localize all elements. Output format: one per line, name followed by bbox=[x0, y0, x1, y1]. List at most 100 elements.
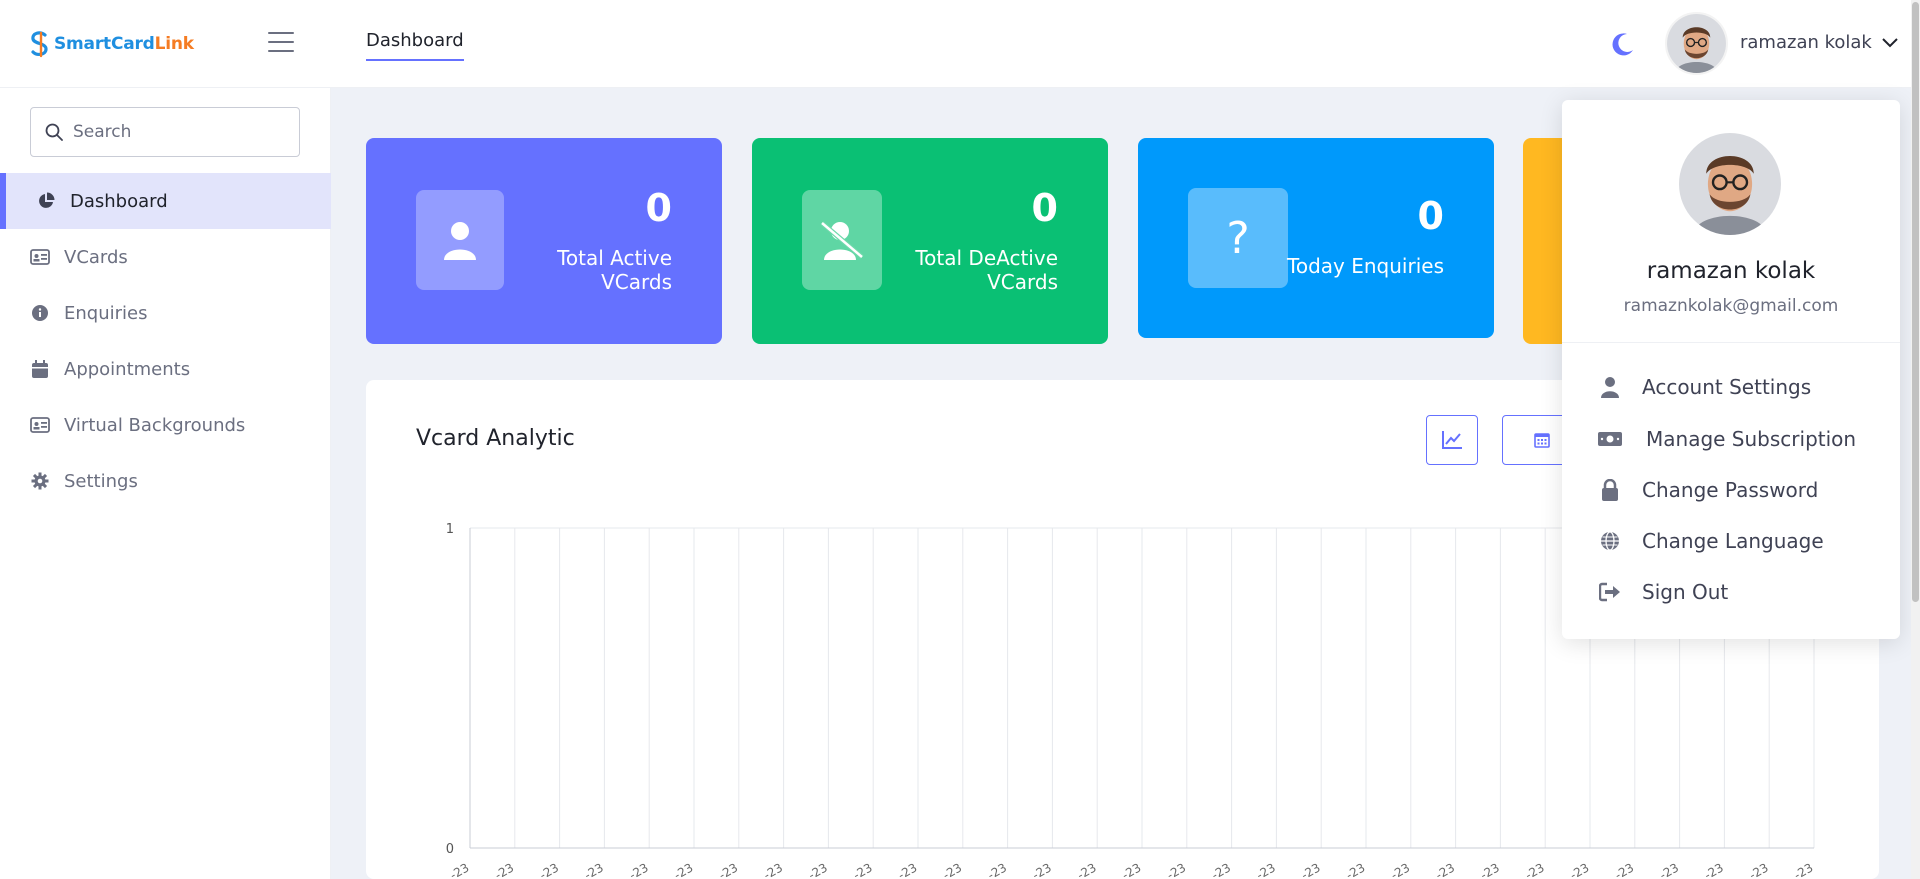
today-enquiries-count: 0 bbox=[1417, 194, 1444, 238]
x-tick-label: -23 bbox=[492, 860, 516, 879]
card-label-line1: Total DeActive bbox=[915, 246, 1058, 270]
header-user-name[interactable]: ramazan kolak bbox=[1740, 32, 1872, 53]
money-bill-icon bbox=[1598, 427, 1622, 451]
account-settings-item[interactable]: Account Settings bbox=[1598, 375, 1811, 399]
search-icon bbox=[45, 123, 63, 141]
question-icon: ? bbox=[1188, 188, 1288, 288]
chevron-down-icon[interactable] bbox=[1882, 38, 1898, 48]
tab-dashboard[interactable]: Dashboard bbox=[366, 30, 464, 61]
sidebar-item-label: Dashboard bbox=[70, 190, 168, 212]
brand-name-part2: Link bbox=[154, 34, 194, 54]
logo-icon bbox=[31, 31, 48, 58]
x-tick-label: -23 bbox=[1075, 860, 1099, 879]
x-tick-label: -23 bbox=[1254, 860, 1278, 879]
page-scrollbar[interactable] bbox=[1911, 0, 1920, 879]
stat-card-deactive-vcards: 0 Total DeActive VCards bbox=[752, 138, 1108, 344]
user-photo-icon bbox=[1667, 14, 1726, 73]
x-tick-label: -23 bbox=[1388, 860, 1412, 879]
x-tick-label: -23 bbox=[851, 860, 875, 879]
lock-icon bbox=[1598, 478, 1622, 502]
search-box[interactable] bbox=[30, 107, 300, 157]
sidebar-menu: Dashboard VCards Enquiries Appointments … bbox=[0, 173, 331, 509]
sidebar-item-label: VCards bbox=[64, 246, 128, 268]
search-input[interactable] bbox=[73, 122, 273, 142]
sign-out-icon bbox=[1598, 580, 1622, 604]
globe-icon bbox=[1598, 529, 1622, 553]
y-tick-label: 1 bbox=[446, 522, 454, 537]
y-tick-label: 0 bbox=[446, 842, 454, 857]
sidebar-item-appointments[interactable]: Appointments bbox=[0, 341, 331, 397]
sidebar-item-settings[interactable]: Settings bbox=[0, 453, 331, 509]
sidebar: Dashboard VCards Enquiries Appointments … bbox=[0, 88, 331, 879]
user-photo-icon bbox=[1679, 133, 1781, 235]
change-password-item[interactable]: Change Password bbox=[1598, 478, 1818, 502]
info-icon bbox=[30, 303, 50, 323]
x-tick-label: -23 bbox=[1164, 860, 1188, 879]
stat-card-today-enquiries: ? 0 Today Enquiries bbox=[1138, 138, 1494, 338]
active-vcards-count: 0 bbox=[645, 186, 672, 230]
card-label-line1: Today Enquiries bbox=[1287, 254, 1444, 278]
x-tick-label: -23 bbox=[896, 860, 920, 879]
scrollbar-thumb[interactable] bbox=[1912, 2, 1919, 602]
avatar[interactable] bbox=[1665, 12, 1728, 75]
user-icon bbox=[416, 190, 504, 290]
x-tick-label: -23 bbox=[1478, 860, 1502, 879]
x-tick-label: -23 bbox=[448, 860, 472, 879]
x-tick-label: -23 bbox=[1209, 860, 1233, 879]
calendar-icon bbox=[30, 359, 50, 379]
x-tick-label: -23 bbox=[716, 860, 740, 879]
dropdown-item-label: Change Password bbox=[1642, 478, 1819, 502]
card-label-line1: Total Active bbox=[557, 246, 672, 270]
dropdown-item-label: Sign Out bbox=[1642, 580, 1729, 604]
stat-card-active-vcards: 0 Total Active VCards bbox=[366, 138, 722, 344]
card-label-line2: VCards bbox=[987, 270, 1058, 294]
user-icon bbox=[1598, 375, 1622, 399]
menu-toggle-icon[interactable] bbox=[268, 32, 294, 54]
dropdown-user-name: ramazan kolak bbox=[1646, 258, 1816, 284]
sign-out-item[interactable]: Sign Out bbox=[1598, 580, 1728, 604]
x-tick-label: -23 bbox=[1702, 860, 1726, 879]
x-tick-label: -23 bbox=[1030, 860, 1054, 879]
pie-chart-icon bbox=[36, 191, 56, 211]
id-card-icon bbox=[30, 415, 50, 435]
sidebar-item-virtual-backgrounds[interactable]: Virtual Backgrounds bbox=[0, 397, 331, 453]
dropdown-item-label: Account Settings bbox=[1642, 375, 1812, 399]
manage-subscription-item[interactable]: Manage Subscription bbox=[1598, 427, 1856, 451]
x-tick-label: -23 bbox=[1344, 860, 1368, 879]
sidebar-item-enquiries[interactable]: Enquiries bbox=[0, 285, 331, 341]
x-tick-label: -23 bbox=[537, 860, 561, 879]
user-slash-icon bbox=[802, 190, 882, 290]
gear-icon bbox=[30, 471, 50, 491]
sidebar-item-label: Settings bbox=[64, 470, 138, 492]
brand-logo[interactable]: SmartCardLink bbox=[29, 30, 194, 58]
sidebar-item-label: Appointments bbox=[64, 358, 191, 380]
x-tick-label: -23 bbox=[1747, 860, 1771, 879]
x-tick-label: -23 bbox=[1568, 860, 1592, 879]
x-tick-label: -23 bbox=[940, 860, 964, 879]
x-tick-label: -23 bbox=[806, 860, 830, 879]
x-tick-label: -23 bbox=[1523, 860, 1547, 879]
sidebar-item-dashboard[interactable]: Dashboard bbox=[0, 173, 331, 229]
id-card-icon bbox=[30, 247, 50, 267]
dropdown-user-email: ramaznkolak@gmail.com bbox=[1623, 296, 1839, 316]
top-header: SmartCardLink Dashboard ramazan kolak bbox=[0, 0, 1920, 88]
card-label-line2: VCards bbox=[601, 270, 672, 294]
x-tick-label: -23 bbox=[1792, 860, 1816, 879]
x-tick-label: -23 bbox=[1120, 860, 1144, 879]
deactive-vcards-count: 0 bbox=[1031, 186, 1058, 230]
dark-mode-moon-icon[interactable] bbox=[1610, 31, 1636, 57]
change-language-item[interactable]: Change Language bbox=[1598, 529, 1824, 553]
dropdown-item-label: Manage Subscription bbox=[1646, 427, 1857, 451]
x-tick-label: -23 bbox=[627, 860, 651, 879]
divider bbox=[1562, 342, 1900, 343]
brand-name-part1: SmartCard bbox=[54, 34, 155, 54]
sidebar-item-vcards[interactable]: VCards bbox=[0, 229, 331, 285]
x-tick-label: -23 bbox=[1612, 860, 1636, 879]
dropdown-item-label: Change Language bbox=[1642, 529, 1824, 553]
x-tick-label: -23 bbox=[985, 860, 1009, 879]
avatar bbox=[1679, 133, 1781, 235]
profile-dropdown: ramazan kolak ramaznkolak@gmail.com Acco… bbox=[1562, 100, 1900, 639]
x-tick-label: -23 bbox=[582, 860, 606, 879]
x-tick-label: -23 bbox=[1433, 860, 1457, 879]
sidebar-item-label: Enquiries bbox=[64, 302, 148, 324]
